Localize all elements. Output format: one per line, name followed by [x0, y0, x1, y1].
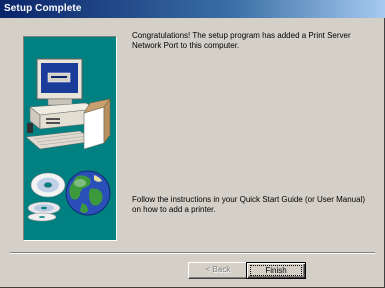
- congratulations-message: Congratulations! The setup program has a…: [132, 31, 351, 50]
- setup-complete-dialog: Setup Complete Congratulations! The setu…: [0, 0, 385, 288]
- window-title: Setup Complete: [4, 3, 82, 14]
- wizard-illustration: [25, 58, 111, 222]
- instructions-message: Follow the instructions in your Quick St…: [132, 195, 365, 214]
- back-button-label: < Back: [205, 265, 231, 274]
- separator: [10, 252, 375, 254]
- finish-focus-ring: Finish: [250, 265, 302, 276]
- back-button[interactable]: < Back: [188, 262, 248, 279]
- globe-icon: [65, 170, 111, 216]
- finish-button[interactable]: Finish: [246, 262, 306, 279]
- finish-button-label: Finish: [265, 266, 287, 275]
- cd-discs-icon: [27, 172, 66, 222]
- title-bar[interactable]: Setup Complete: [0, 0, 385, 18]
- computer-icon: [25, 58, 111, 150]
- wizard-art-panel: [23, 36, 117, 241]
